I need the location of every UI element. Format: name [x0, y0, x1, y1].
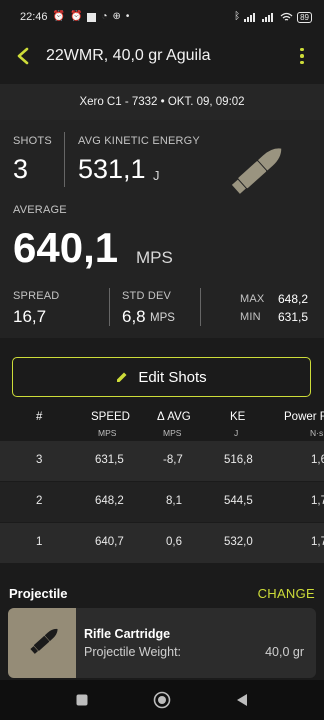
divider — [109, 288, 110, 326]
back-button[interactable] — [12, 45, 34, 67]
cell-ke: 544,5 — [224, 495, 253, 507]
projectile-card[interactable]: Rifle Cartridge Projectile Weight: 40,0 … — [8, 608, 316, 678]
ke-unit: J — [153, 168, 160, 183]
recents-button[interactable] — [72, 690, 92, 710]
edit-shots-button[interactable]: Edit Shots — [12, 357, 311, 397]
stats-panel: SHOTS 3 AVG KINETIC ENERGY 531,1 J AVERA… — [0, 120, 324, 338]
square-icon — [76, 694, 88, 706]
more-vertical-icon[interactable] — [294, 45, 310, 67]
column-header-number: # — [36, 411, 43, 423]
column-unit-delta-avg: MPS — [163, 428, 182, 438]
projectile-section-title: Projectile — [9, 585, 68, 601]
ke-value: 531,1 — [78, 154, 146, 184]
column-unit-speed: MPS — [98, 428, 117, 438]
cell-power-factor: 1,7 — [311, 536, 324, 548]
cell-delta-avg: -8,7 — [163, 454, 183, 466]
cell-number: 1 — [36, 536, 43, 548]
alarm-icon: ⏰ — [52, 11, 65, 22]
projectile-thumbnail — [8, 608, 76, 678]
cell-ke: 516,8 — [224, 454, 253, 466]
table-row[interactable]: 1 640,7 0,6 532,0 1,7 — [0, 522, 324, 563]
cell-delta-avg: 0,6 — [166, 536, 182, 548]
more-notifications-icon: • — [125, 11, 130, 22]
notification-square-icon — [87, 12, 97, 22]
back-nav-button[interactable] — [232, 690, 252, 710]
column-header-ke: KE — [230, 411, 246, 423]
session-info: Xero C1 - 7332 • OKT. 09, 09:02 — [0, 84, 324, 120]
column-unit-ke: J — [234, 428, 239, 438]
signal-icon — [244, 13, 256, 22]
system-nav-bar — [0, 680, 324, 720]
stddev-label: STD DEV — [122, 290, 172, 302]
battery-icon: 89 — [297, 11, 312, 23]
spread-value: 16,7 — [13, 307, 47, 326]
stddev-unit: MPS — [150, 312, 175, 324]
sync-icon: ◔ — [101, 11, 108, 22]
cell-speed: 631,5 — [95, 454, 124, 466]
alarm-icon: ⏰ — [69, 11, 83, 22]
average-label: AVERAGE — [13, 204, 67, 216]
cell-speed: 640,7 — [95, 536, 124, 548]
divider — [64, 132, 65, 187]
table-header: # SPEED MPS Δ AVG MPS KE J Power F N·s — [0, 402, 324, 440]
status-time: 22:46 — [20, 11, 48, 23]
cell-power-factor: 1,6 — [311, 454, 324, 466]
shots-value: 3 — [13, 154, 29, 184]
triangle-back-icon — [237, 694, 247, 706]
wifi-icon — [280, 12, 293, 21]
table-row[interactable]: 3 631,5 -8,7 516,8 1,6 — [0, 440, 324, 481]
cartridge-icon — [231, 148, 282, 194]
home-button[interactable] — [152, 690, 172, 710]
cell-speed: 648,2 — [95, 495, 124, 507]
chevron-left-icon — [17, 47, 29, 65]
page-title: 22WMR, 40,0 gr Aguila — [46, 47, 211, 64]
column-header-power-factor: Power F — [284, 411, 324, 423]
cell-ke: 532,0 — [224, 536, 253, 548]
divider — [200, 288, 201, 326]
bluetooth-icon: ᛒ — [234, 11, 241, 22]
max-value: 648,2 — [278, 292, 309, 306]
table-row[interactable]: 2 648,2 8,1 544,5 1,7 — [0, 481, 324, 522]
cell-number: 2 — [36, 495, 43, 507]
status-bar: 22:46 ⏰ ⏰ ◔ ⊕ • ᛒ 89 — [0, 0, 324, 34]
projectile-header: Projectile CHANGE — [0, 578, 324, 608]
spread-label: SPREAD — [13, 290, 60, 302]
projectile-weight-label: Projectile Weight: — [84, 645, 182, 659]
circle-icon — [153, 691, 171, 709]
cell-number: 3 — [36, 454, 43, 466]
change-projectile-button[interactable]: CHANGE — [258, 586, 315, 601]
min-value: 631,5 — [278, 310, 309, 324]
max-label: MAX — [240, 293, 265, 305]
signal-icon — [262, 13, 274, 22]
pencil-icon — [117, 372, 127, 382]
edit-shots-label: Edit Shots — [138, 368, 207, 386]
cartridge-icon — [30, 628, 58, 654]
min-label: MIN — [240, 311, 261, 323]
app-bar: 22WMR, 40,0 gr Aguila — [0, 34, 324, 78]
average-value: 640,1 — [13, 224, 119, 271]
column-header-speed: SPEED — [91, 411, 130, 423]
shots-label: SHOTS — [13, 135, 52, 147]
cell-power-factor: 1,7 — [311, 495, 324, 507]
projectile-name: Rifle Cartridge — [84, 627, 171, 641]
average-unit: MPS — [136, 248, 173, 267]
column-unit-power-factor: N·s — [310, 428, 324, 438]
ke-label: AVG KINETIC ENERGY — [78, 135, 200, 147]
stddev-value: 6,8 — [122, 307, 146, 326]
projectile-weight-value: 40,0 gr — [265, 645, 304, 659]
data-saver-icon: ⊕ — [112, 11, 121, 22]
cell-delta-avg: 8,1 — [166, 495, 182, 507]
shots-table: # SPEED MPS Δ AVG MPS KE J Power F N·s 3… — [0, 402, 324, 563]
column-header-delta-avg: Δ AVG — [157, 411, 191, 423]
